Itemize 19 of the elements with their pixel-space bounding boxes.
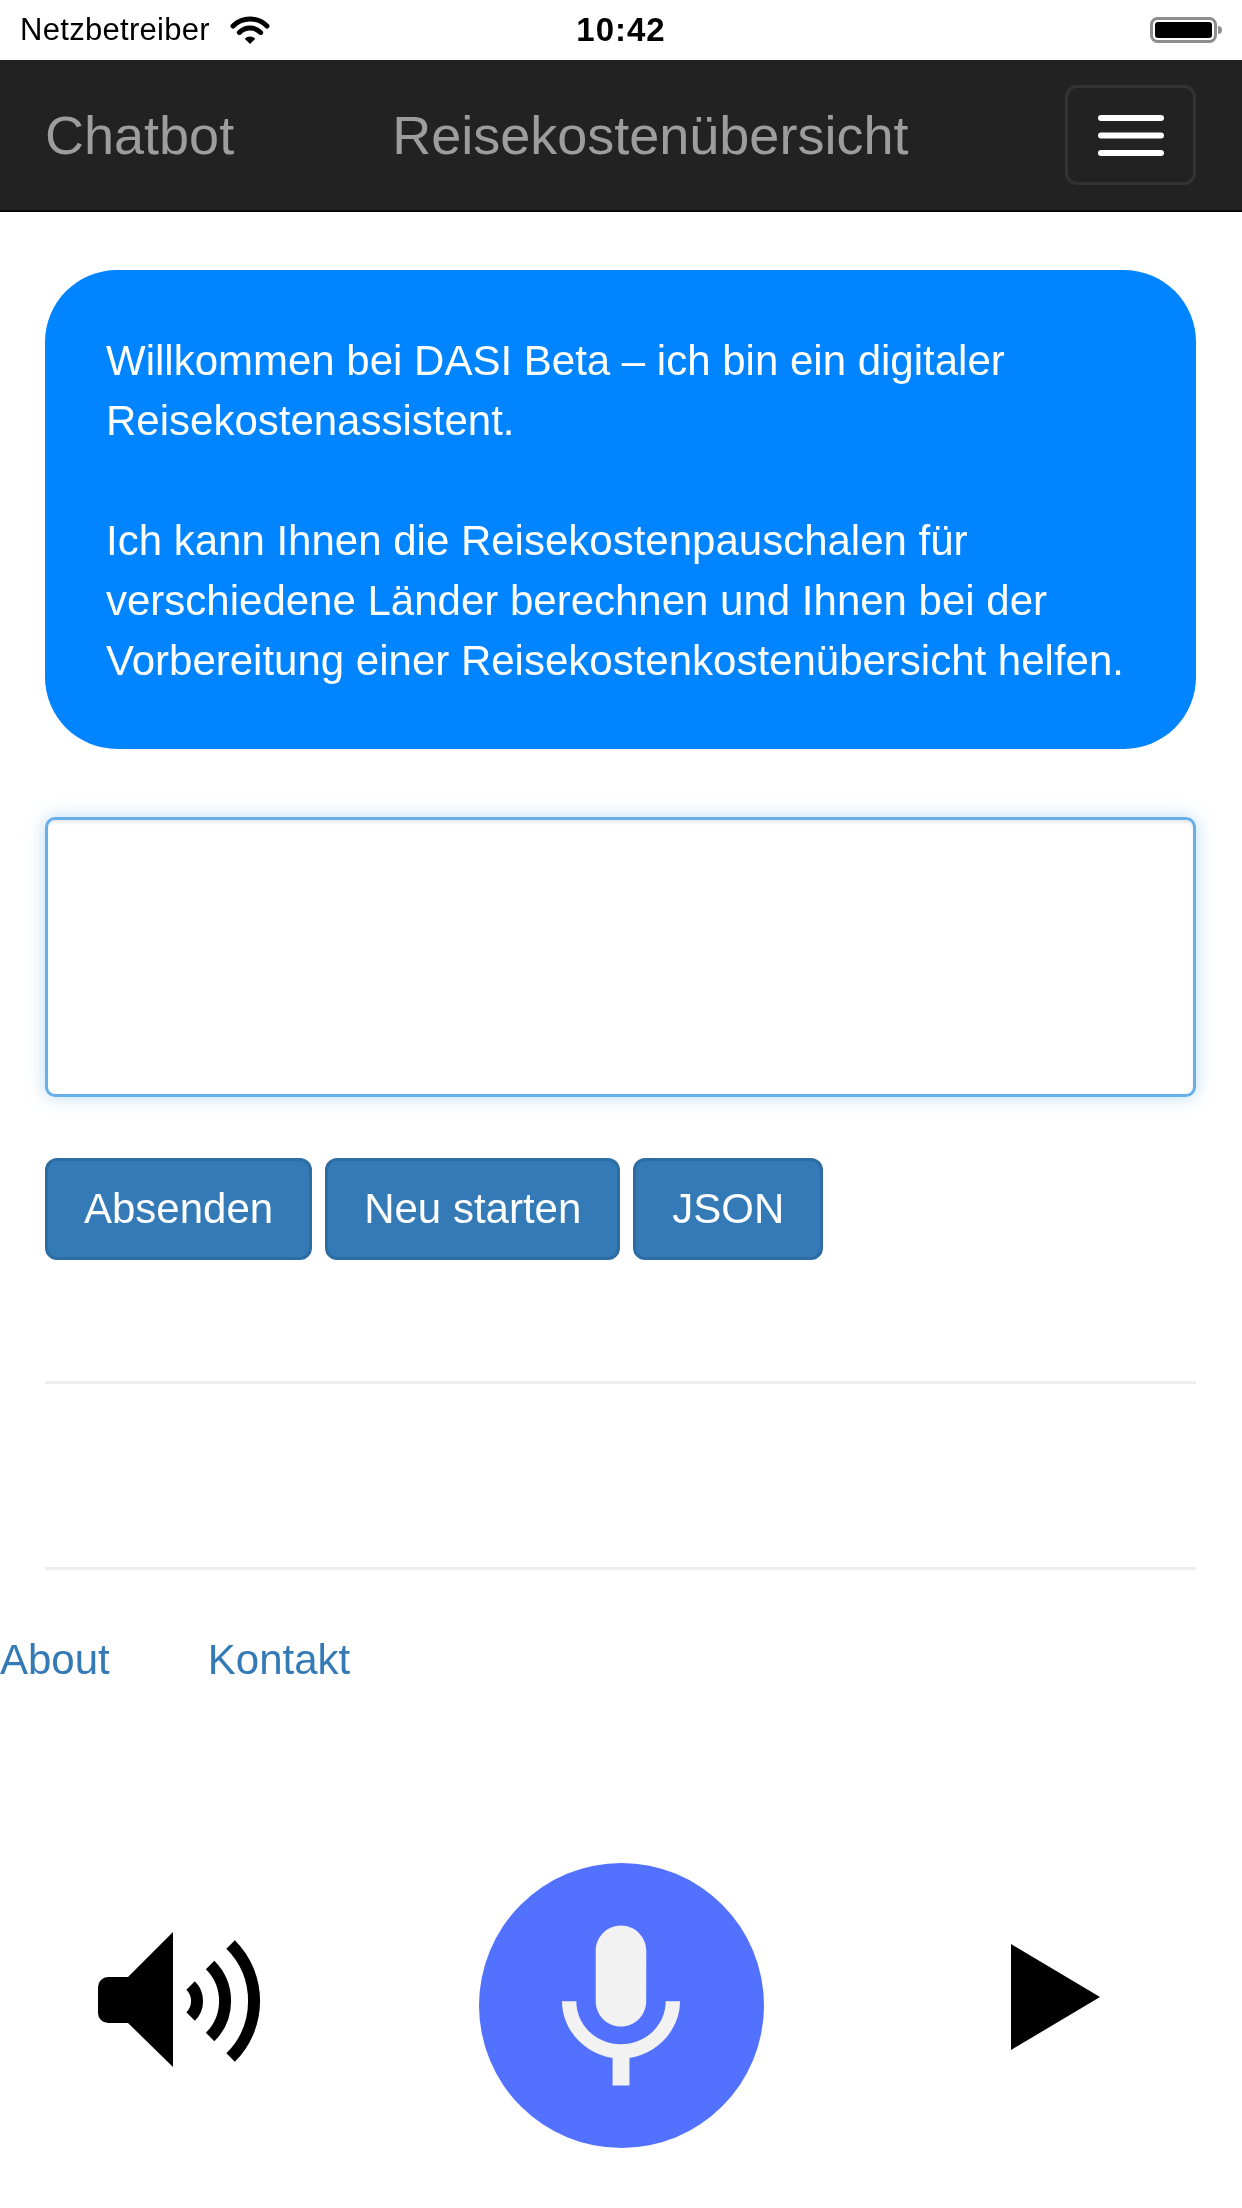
footer-link[interactable]: About (0, 1630, 110, 1690)
brand-link[interactable]: Chatbot (45, 104, 235, 166)
menu-button[interactable] (1065, 85, 1196, 185)
carrier-name: Netzbetreiber (20, 12, 210, 48)
action-button[interactable]: JSON (633, 1158, 824, 1260)
action-button[interactable]: Neu starten (325, 1158, 621, 1260)
battery-icon (1150, 17, 1222, 43)
message-input-field[interactable] (45, 817, 1196, 1097)
speaker-icon[interactable] (98, 1931, 262, 2067)
message-text: Willkommen bei DASI Beta – ich bin ein digitaler Reisekostenassistent. (106, 336, 1006, 446)
wifi-icon (230, 15, 270, 45)
message-text: Ich kann Ihnen die Reisekostenpauschalen für verschiedene Länder berechnen und Ihnen bei der Vorbereitung einer Reisekostenkostenübersicht helfen. (106, 516, 1125, 686)
menu-icon (1097, 114, 1164, 156)
status-time: 10:42 (576, 11, 666, 49)
play-icon[interactable] (1010, 1944, 1100, 2050)
page-title-link[interactable]: Reisekostenübersicht (392, 104, 909, 166)
footer-link[interactable]: Kontakt (207, 1630, 351, 1690)
action-button[interactable]: Absenden (45, 1158, 313, 1260)
microphone-icon (562, 1924, 680, 2086)
